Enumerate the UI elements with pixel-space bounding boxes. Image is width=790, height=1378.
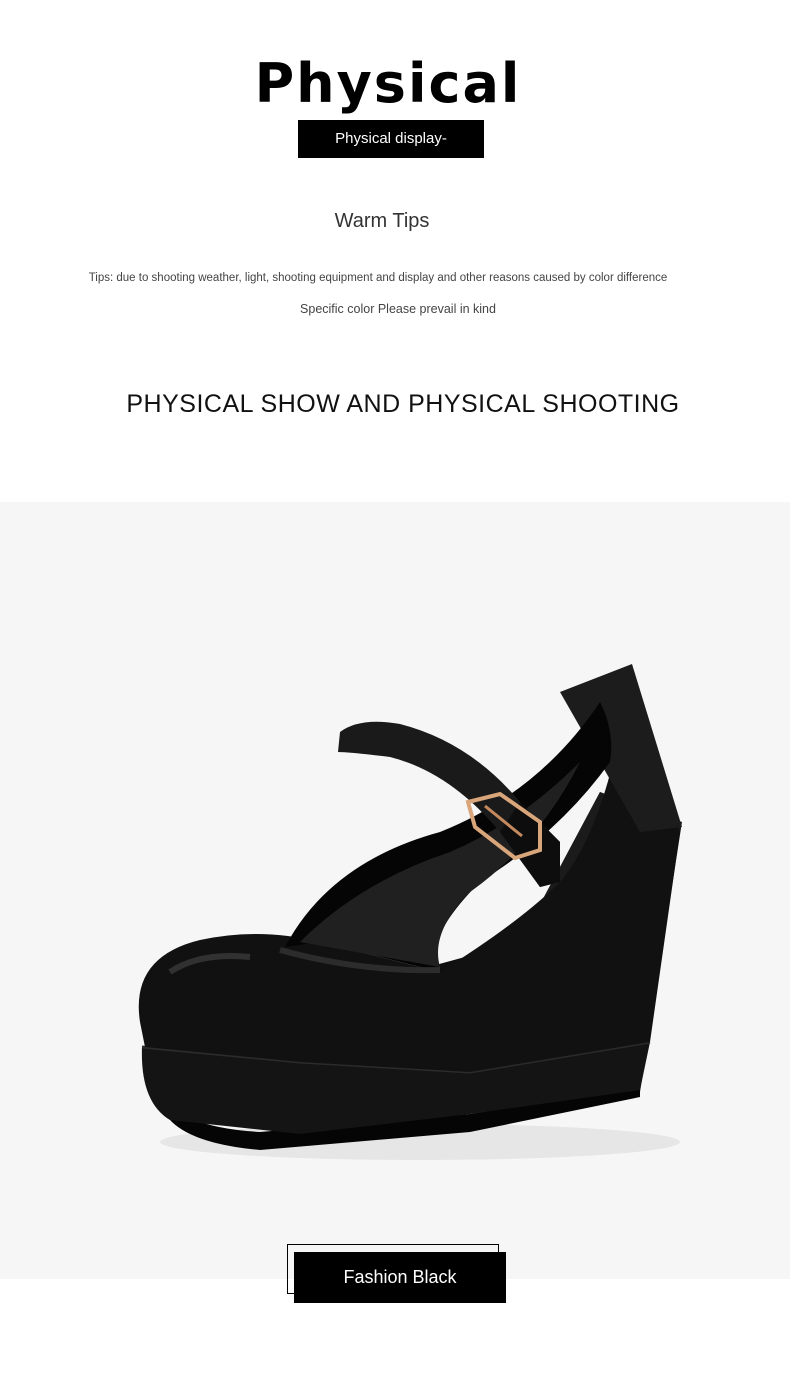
color-label: Fashion Black — [294, 1252, 506, 1303]
product-photo — [0, 502, 790, 1279]
warm-tips-heading: Warm Tips — [334, 210, 430, 232]
tips-text: Tips: due to shooting weather, light, sh… — [88, 272, 668, 284]
section-heading: PHYSICAL SHOW AND PHYSICAL SHOOTING — [126, 390, 680, 418]
shoe-image — [138, 664, 682, 1160]
tips-note: Specific color Please prevail in kind — [300, 302, 496, 316]
subtitle-badge: Physical display- — [298, 120, 484, 158]
page-title: Physical — [254, 52, 522, 115]
